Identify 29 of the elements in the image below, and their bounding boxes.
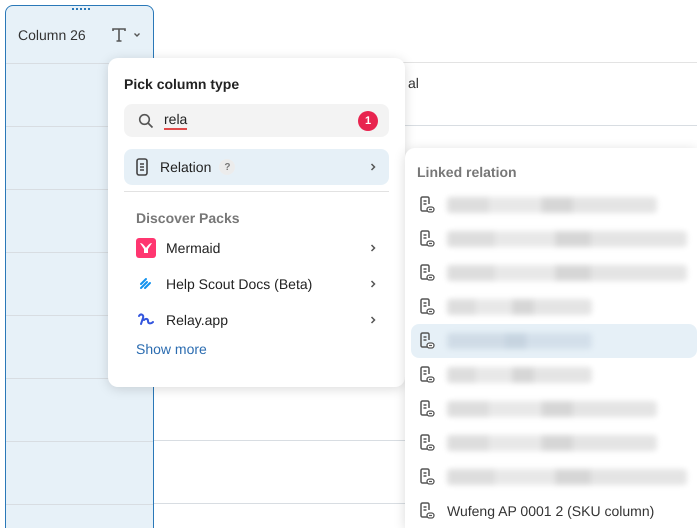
linked-document-icon <box>419 332 435 350</box>
chevron-right-icon <box>369 243 377 253</box>
linked-document-icon <box>419 196 435 214</box>
linked-document-icon <box>419 366 435 384</box>
search-field[interactable]: rela 1 <box>124 104 389 137</box>
linked-document-icon <box>419 502 435 520</box>
linked-document-icon <box>419 434 435 452</box>
linked-relation-item[interactable] <box>411 324 697 358</box>
chevron-right-icon <box>369 315 377 325</box>
table-cell: al <box>408 75 419 91</box>
linked-document-icon <box>419 468 435 486</box>
menu-item[interactable]: Relation ? <box>124 149 389 185</box>
chevron-down-icon[interactable] <box>133 32 141 38</box>
search-icon <box>138 112 154 128</box>
count-badge: 1 <box>358 110 378 130</box>
drag-handle-icon[interactable] <box>72 8 90 11</box>
text-type-icon[interactable] <box>111 26 127 42</box>
help-icon[interactable]: ? <box>219 159 236 175</box>
chevron-right-icon <box>369 279 377 289</box>
document-icon <box>136 158 148 176</box>
linked-document-icon <box>419 230 435 248</box>
mermaid-logo-icon <box>136 238 156 258</box>
linked-document-icon <box>419 298 435 316</box>
submenu-title: Linked relation <box>417 164 518 180</box>
linked-document-icon <box>419 264 435 282</box>
chevron-right-icon <box>369 162 377 172</box>
column-title: Column 26 <box>18 26 86 42</box>
linked-document-icon <box>419 400 435 418</box>
linked-relation-item[interactable]: Wufeng AP 0001 2 (SKU column) <box>411 494 697 528</box>
